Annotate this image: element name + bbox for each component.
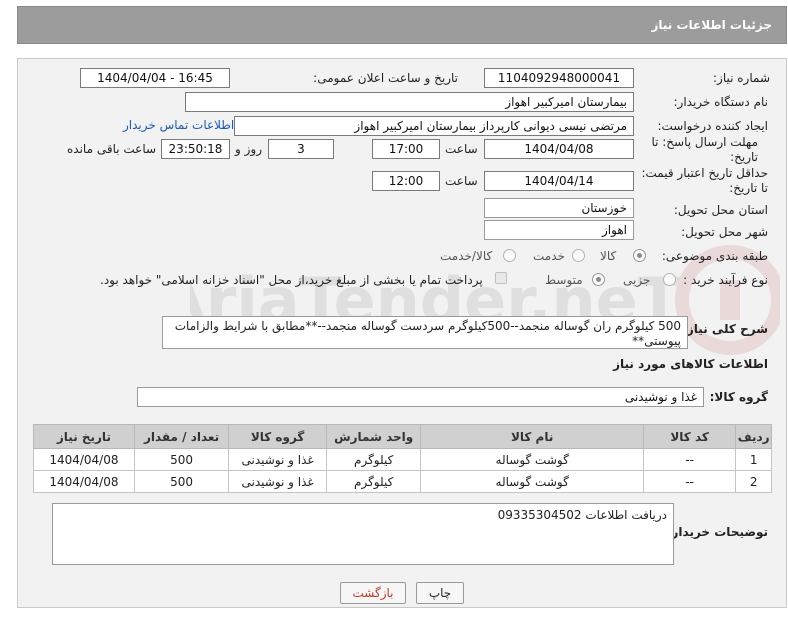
col-quantity: تعداد / مقدار	[133, 424, 230, 449]
description-textarea[interactable]: 500 کیلوگرم ران گوساله منجمد--500کیلوگرم…	[162, 316, 688, 349]
announce-date-label: تاریخ و ساعت اعلان عمومی:	[313, 71, 458, 85]
col-row-number: ردیف	[735, 424, 772, 449]
city-field[interactable]: اهواز	[484, 220, 634, 240]
goods-table-header: ردیف کد کالا نام کالا واحد شمارش گروه کا…	[33, 424, 772, 449]
back-button[interactable]: بازگشت	[340, 582, 406, 604]
col-item-code: کد کالا	[642, 424, 737, 449]
creator-label: ایجاد کننده درخواست:	[657, 119, 768, 133]
cell-quantity: 500	[133, 470, 230, 493]
cell-item-code: --	[642, 448, 737, 471]
validity-hour-label: ساعت	[445, 174, 478, 188]
goods-section-title: اطلاعات کالاهای مورد نیاز	[613, 357, 768, 371]
cell-need-date: 1404/04/08	[33, 470, 135, 493]
table-row[interactable]: 1 -- گوشت گوساله کیلوگرم غذا و نوشیدنی 5…	[33, 448, 772, 471]
cell-row-number: 2	[735, 470, 772, 493]
province-label: استان محل تحویل:	[673, 203, 768, 217]
category-radio-goods-service[interactable]	[503, 249, 516, 262]
process-option-medium: متوسط	[545, 273, 583, 287]
city-label: شهر محل تحویل:	[681, 225, 768, 239]
buyer-contact-link[interactable]: اطلاعات تماس خریدار	[123, 118, 234, 132]
process-radio-minor[interactable]	[663, 273, 676, 286]
validity-label: حداقل تاریخ اعتبار قیمت: تا تاریخ:	[641, 166, 768, 195]
treasury-payment-note: پرداخت تمام یا بخشی از مبلغ خرید،از محل …	[100, 273, 483, 287]
cell-item-group: غذا و نوشیدنی	[228, 448, 327, 471]
category-label: طبقه بندی موضوعی:	[661, 249, 768, 263]
buyer-notes-label: توضیحات خریدار:	[666, 525, 768, 539]
remaining-time-field[interactable]: 23:50:18	[161, 139, 230, 159]
cell-unit: کیلوگرم	[325, 448, 422, 471]
col-need-date: تاریخ نیاز	[33, 424, 135, 449]
category-radio-service[interactable]	[572, 249, 585, 262]
page-title: جزئیات اطلاعات نیاز	[651, 18, 772, 32]
process-type-label: نوع فرآیند خرید :	[683, 273, 768, 287]
deadline-label: مهلت ارسال پاسخ: تا تاریخ:	[651, 135, 758, 164]
days-label: روز و	[235, 142, 262, 156]
buyer-org-label: نام دستگاه خریدار:	[673, 95, 769, 109]
category-option-goods: کالا	[600, 249, 617, 263]
buyer-notes-textarea[interactable]: دریافت اطلاعات 09335304502	[52, 503, 674, 565]
goods-table: ردیف کد کالا نام کالا واحد شمارش گروه کا…	[33, 424, 772, 493]
buyer-org-field[interactable]: بیمارستان امیرکبیر اهواز	[185, 92, 634, 112]
print-button[interactable]: چاپ	[416, 582, 464, 604]
cell-need-date: 1404/04/08	[33, 448, 135, 471]
need-number-field[interactable]: 1104092948000041	[484, 68, 634, 88]
page-header: جزئیات اطلاعات نیاز	[17, 6, 787, 44]
cell-item-code: --	[642, 470, 737, 493]
cell-item-group: غذا و نوشیدنی	[228, 470, 327, 493]
deadline-hour-label: ساعت	[445, 142, 478, 156]
category-option-goods-service: کالا/خدمت	[440, 249, 493, 263]
treasury-payment-checkbox[interactable]	[495, 272, 507, 284]
goods-group-field[interactable]: غذا و نوشیدنی	[137, 387, 704, 407]
validity-date-field[interactable]: 1404/04/14	[484, 171, 634, 191]
category-option-service: خدمت	[533, 249, 565, 263]
cell-item-name: گوشت گوساله	[420, 448, 644, 471]
category-radio-goods[interactable]	[633, 249, 646, 262]
cell-row-number: 1	[735, 448, 772, 471]
creator-field[interactable]: مرتضی نیسی دیوانی کارپرداز بیمارستان امی…	[234, 116, 634, 136]
deadline-hour-field[interactable]: 17:00	[372, 139, 440, 159]
province-field[interactable]: خوزستان	[484, 198, 634, 218]
cell-unit: کیلوگرم	[325, 470, 422, 493]
process-option-minor: جزیی	[623, 273, 651, 287]
validity-hour-field[interactable]: 12:00	[372, 171, 440, 191]
cell-quantity: 500	[133, 448, 230, 471]
goods-group-label: گروه کالا:	[709, 390, 768, 404]
description-label: شرح کلی نیاز:	[682, 322, 768, 336]
cell-item-name: گوشت گوساله	[420, 470, 644, 493]
announce-date-field[interactable]: 1404/04/04 - 16:45	[80, 68, 230, 88]
col-unit: واحد شمارش	[325, 424, 422, 449]
table-row[interactable]: 2 -- گوشت گوساله کیلوگرم غذا و نوشیدنی 5…	[33, 470, 772, 493]
remaining-time-label: ساعت باقی مانده	[67, 142, 157, 156]
col-item-group: گروه کالا	[228, 424, 327, 449]
process-radio-medium[interactable]	[592, 273, 605, 286]
deadline-date-field[interactable]: 1404/04/08	[484, 139, 634, 159]
days-remaining-field[interactable]: 3	[268, 139, 334, 159]
col-item-name: نام کالا	[420, 424, 644, 449]
need-number-label: شماره نیاز:	[713, 71, 770, 85]
